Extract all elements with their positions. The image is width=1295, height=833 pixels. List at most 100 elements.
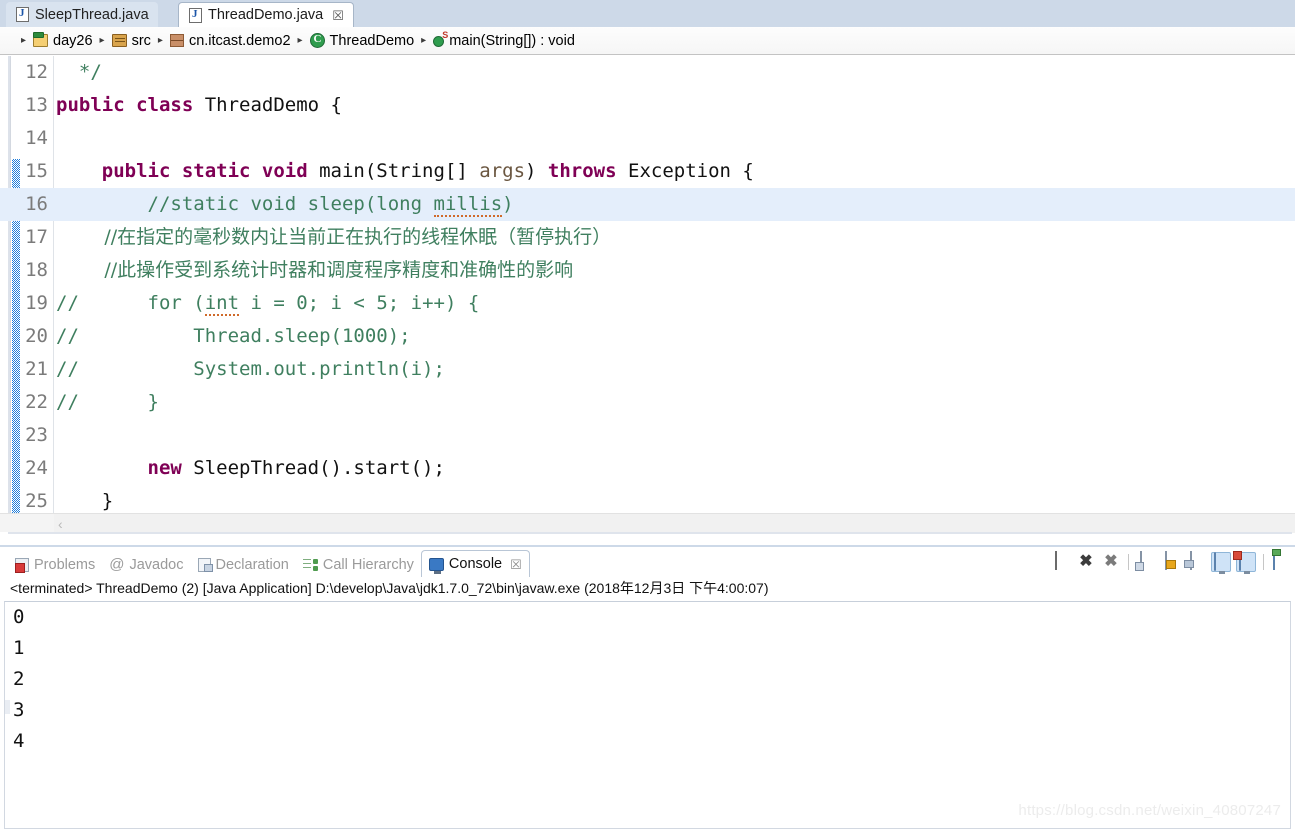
javadoc-icon: @ (109, 556, 125, 573)
editor-tab-label: SleepThread.java (35, 6, 149, 23)
code-token: //static void sleep(long (56, 193, 434, 215)
monitor-close-icon (1239, 552, 1241, 571)
monitor-icon (1214, 552, 1216, 571)
scroll-left-icon[interactable]: ‹ (58, 516, 63, 532)
code-token: // Thread.sleep(1000); (56, 325, 411, 347)
breadcrumb: ▸ day26 ▸ src ▸ cn.itcast.demo2 ▸ Thread… (0, 27, 1295, 55)
tab-call-hierarchy[interactable]: Call Hierarchy (296, 552, 421, 577)
code-token: main(String[] (319, 160, 480, 182)
code-line[interactable]: 18 //此操作受到系统计时器和调度程序精度和准确性的影响 (0, 254, 1295, 287)
code-line[interactable]: 20 // Thread.sleep(1000); (0, 320, 1295, 353)
toolbar-divider (1263, 554, 1264, 570)
code-line[interactable]: 17 //在指定的毫秒数内让当前正在执行的线程休眠（暂停执行） (0, 221, 1295, 254)
tab-label: Call Hierarchy (322, 556, 414, 573)
breadcrumb-item-method[interactable]: main(String[]) : void (433, 30, 575, 49)
stop-icon (1055, 551, 1057, 570)
editor-tab-bar: SleepThread.java ThreadDemo.java ☒ (0, 0, 1295, 27)
code-line[interactable]: 13 public class ThreadDemo { (0, 89, 1295, 122)
clear-console-button[interactable] (1136, 551, 1156, 572)
declaration-icon (197, 557, 213, 572)
toolbar-divider (1128, 554, 1129, 570)
code-line[interactable]: 21 // System.out.println(i); (0, 353, 1295, 386)
code-text: // System.out.println(i); (56, 353, 445, 386)
scroll-lock-button[interactable] (1161, 551, 1181, 572)
code-lines[interactable]: 12 */ 13 public class ThreadDemo { 14 15 pub… (0, 56, 1295, 518)
line-number: 18 (25, 259, 48, 281)
breadcrumb-label: src (131, 32, 151, 49)
line-number: 21 (25, 358, 48, 380)
code-token: throws (547, 160, 628, 182)
tab-problems[interactable]: Problems (8, 552, 102, 577)
line-number: 12 (25, 61, 48, 83)
pin-console-button[interactable] (1186, 551, 1206, 572)
static-method-icon (433, 30, 448, 47)
java-file-icon (16, 7, 29, 22)
console-scroll-notch (5, 700, 10, 714)
code-line[interactable]: 15 public static void main(String[] args… (0, 155, 1295, 188)
code-token: Exception { (628, 160, 754, 182)
line-number: 20 (25, 325, 48, 347)
code-line[interactable]: 14 (0, 122, 1295, 155)
code-line[interactable]: 19 // for (int i = 0; i < 5; i++) { (0, 287, 1295, 320)
package-icon (169, 34, 184, 47)
watermark: https://blog.csdn.net/weixin_40807247 (1018, 802, 1281, 819)
code-token: } (56, 490, 114, 512)
code-text: // Thread.sleep(1000); (56, 320, 411, 353)
editor-tab-sleepthread[interactable]: SleepThread.java (6, 2, 158, 27)
open-console-button[interactable] (1236, 552, 1256, 572)
pin-icon (1190, 551, 1192, 570)
code-line[interactable]: 12 */ (0, 56, 1295, 89)
code-line[interactable]: 22 // } (0, 386, 1295, 419)
code-text: //在指定的毫秒数内让当前正在执行的线程休眠（暂停执行） (56, 221, 611, 254)
breadcrumb-item-package[interactable]: cn.itcast.demo2 (169, 33, 291, 49)
editor-horizontal-scrollbar[interactable]: ‹ (0, 513, 1295, 533)
code-text: public class ThreadDemo { (56, 89, 342, 122)
breadcrumb-item-project[interactable]: day26 (33, 32, 93, 49)
line-number: 14 (25, 127, 48, 149)
breadcrumb-label: main(String[]) : void (449, 32, 575, 49)
code-text: //此操作受到系统计时器和调度程序精度和准确性的影响 (56, 254, 573, 287)
terminated-status-line: <terminated> ThreadDemo (2) [Java Applic… (10, 580, 769, 596)
new-console-view-button[interactable] (1271, 551, 1291, 572)
java-file-icon (189, 7, 202, 23)
remove-launch-button[interactable]: ✖ (1076, 552, 1096, 572)
tab-declaration[interactable]: Declaration (191, 552, 296, 577)
display-selected-console-button[interactable] (1211, 552, 1231, 572)
editor-tab-label: ThreadDemo.java (208, 7, 324, 23)
clear-icon (1140, 551, 1142, 570)
new-view-icon (1273, 551, 1275, 570)
code-token: // System.out.println(i); (56, 358, 445, 380)
code-token: new (147, 457, 194, 479)
code-line[interactable]: 24 new SleepThread().start(); (0, 452, 1295, 485)
close-icon[interactable]: ☒ (332, 9, 344, 22)
line-number: 24 (25, 457, 48, 479)
tab-label: Declaration (215, 556, 289, 573)
close-icon[interactable]: ☒ (510, 558, 522, 571)
class-icon (309, 33, 325, 48)
tab-javadoc[interactable]: @ Javadoc (102, 552, 190, 577)
tab-console[interactable]: Console ☒ (420, 550, 530, 577)
console-output[interactable]: 0 1 2 3 4 (4, 601, 1291, 829)
code-line[interactable]: 23 (0, 419, 1295, 452)
code-text: public static void main(String[] args) t… (56, 155, 754, 188)
eclipse-window: SleepThread.java ThreadDemo.java ☒ ▸ day… (0, 0, 1295, 833)
breadcrumb-lead-arrow-icon: ▸ (21, 35, 27, 46)
terminate-button[interactable] (1051, 551, 1071, 572)
breadcrumb-label: day26 (53, 32, 93, 49)
line-number: 16 (25, 193, 48, 215)
code-token: millis (433, 193, 503, 217)
code-line[interactable]: 16 //static void sleep(long millis) (0, 188, 1295, 221)
breadcrumb-item-class[interactable]: ThreadDemo (309, 33, 414, 49)
breadcrumb-item-src[interactable]: src (111, 32, 151, 49)
console-output-line: 1 (13, 637, 25, 659)
line-number: 13 (25, 94, 48, 116)
code-token: // } (56, 391, 159, 413)
chevron-right-icon: ▸ (99, 35, 105, 46)
code-token: i = 0; i < 5; i++) { (239, 292, 480, 314)
scrollbar-thumb[interactable] (54, 514, 1295, 533)
line-number: 22 (25, 391, 48, 413)
console-icon (428, 557, 444, 574)
code-editor[interactable]: 12 */ 13 public class ThreadDemo { 14 15 pub… (0, 56, 1295, 538)
remove-all-terminated-button[interactable]: ✖ (1101, 552, 1121, 572)
editor-tab-threaddemo[interactable]: ThreadDemo.java ☒ (178, 2, 354, 27)
